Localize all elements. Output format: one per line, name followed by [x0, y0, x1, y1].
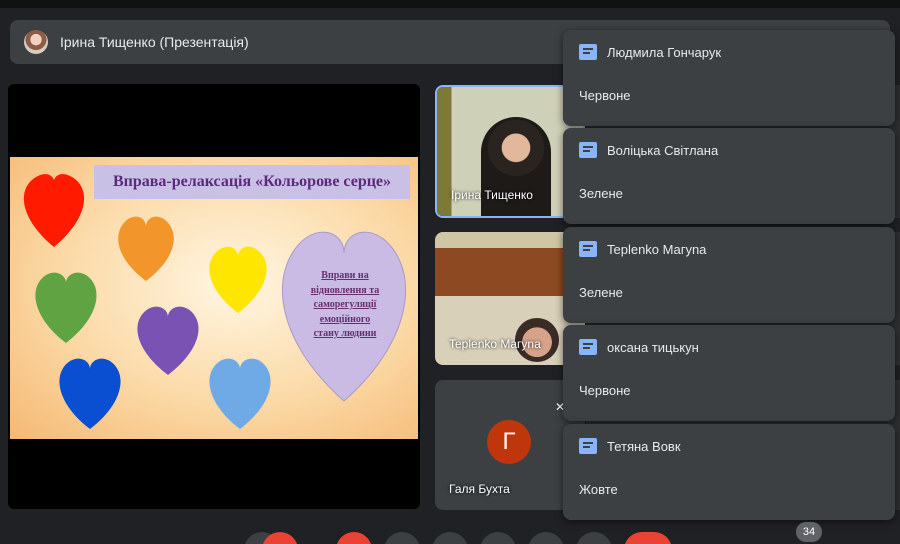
- hang-up-button[interactable]: [624, 532, 672, 544]
- heart-blue: [59, 358, 121, 429]
- chat-message: Жовте: [579, 482, 618, 497]
- presentation-slide: Вправа-релаксація «Кольорове серце» Впра…: [10, 157, 418, 439]
- present-button[interactable]: [480, 532, 516, 544]
- chat-icon: [579, 438, 597, 454]
- chat-notification[interactable]: оксана тицькун Червоне: [563, 325, 895, 421]
- chat-message: Червоне: [579, 383, 631, 398]
- heart-purple: [137, 306, 199, 375]
- heart-light-blue: [209, 358, 271, 429]
- chat-sender: Тетяна Вовк: [607, 438, 681, 454]
- participant-video: [481, 117, 551, 216]
- chat-icon: [579, 44, 597, 60]
- camera-off-button[interactable]: [336, 532, 372, 544]
- slide-title: Вправа-релаксація «Кольорове серце»: [94, 165, 410, 199]
- chat-message: Зелене: [579, 285, 623, 300]
- people-count-badge[interactable]: 34: [796, 522, 822, 542]
- heart-green: [35, 272, 97, 343]
- participant-name: Teplenko Maгуna: [449, 337, 541, 351]
- chat-sender: Людмила Гончарук: [607, 44, 722, 60]
- top-edge: [0, 0, 900, 8]
- chat-sender: Teplenko Maгуna: [607, 241, 707, 257]
- more-options-button[interactable]: [528, 532, 564, 544]
- presenter-avatar: [24, 30, 48, 54]
- heart-orange: [118, 216, 174, 281]
- heart-red: [23, 174, 85, 247]
- heart-yellow: [209, 246, 267, 313]
- bottom-controls: [0, 532, 900, 544]
- control-button[interactable]: [576, 532, 612, 544]
- chat-sender: Воліцька Світлана: [607, 142, 719, 158]
- raise-hand-button[interactable]: [432, 532, 468, 544]
- chat-icon: [579, 339, 597, 355]
- chat-notification[interactable]: Воліцька Світлана Зелене: [563, 128, 895, 224]
- chat-message: Червоне: [579, 88, 631, 103]
- presentation-stage[interactable]: Вправа-релаксація «Кольорове серце» Впра…: [8, 84, 420, 509]
- chat-notification[interactable]: Teplenko Maгуna Зелене: [563, 227, 895, 323]
- avatar: Г: [487, 420, 531, 464]
- chat-sender: оксана тицькун: [607, 339, 699, 355]
- chat-icon: [579, 142, 597, 158]
- captions-button[interactable]: [384, 532, 420, 544]
- chat-icon: [579, 241, 597, 257]
- presenter-name: Ірина Тищенко (Презентація): [60, 34, 249, 50]
- chat-notification[interactable]: Тетяна Вовк Жовте: [563, 424, 895, 520]
- chat-message: Зелене: [579, 186, 623, 201]
- participant-name: Ірина Тищенко: [451, 188, 533, 202]
- big-heart-text: Вправи на відновлення та саморегуляції е…: [310, 270, 380, 339]
- participant-name: Галя Бухта: [449, 482, 510, 496]
- chat-notification[interactable]: Людмила Гончарук Червоне: [563, 30, 895, 126]
